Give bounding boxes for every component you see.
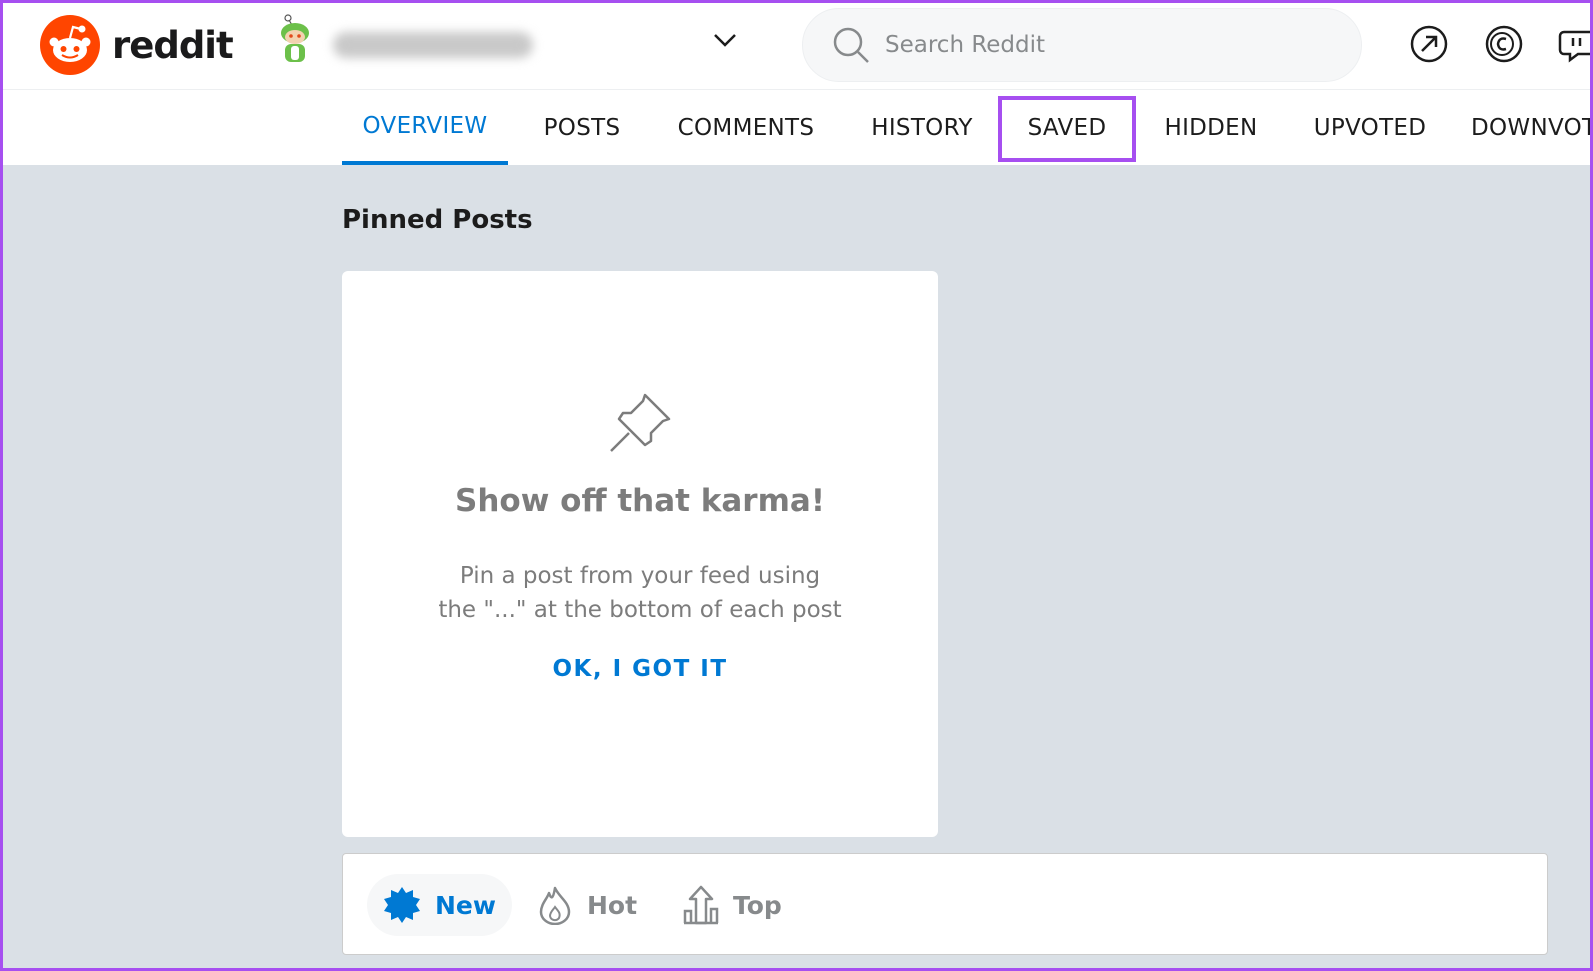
sort-top-button[interactable]: Top <box>667 874 798 936</box>
reddit-snoo-icon <box>40 15 100 75</box>
chevron-down-icon[interactable] <box>712 32 738 53</box>
reddit-wordmark: reddit <box>112 23 234 67</box>
saved-tab-highlight <box>998 96 1136 162</box>
tab-overview[interactable]: OVERVIEW <box>342 90 508 165</box>
sort-bar: New Hot Top <box>342 853 1548 955</box>
sort-top-label: Top <box>733 890 782 920</box>
pin-icon <box>607 391 673 460</box>
pinned-posts-heading: Pinned Posts <box>342 205 533 235</box>
coins-icon[interactable] <box>1482 22 1526 66</box>
ok-got-it-button[interactable]: OK, I GOT IT <box>490 649 790 689</box>
search-bar[interactable] <box>802 8 1362 82</box>
search-icon <box>831 25 871 65</box>
flame-icon <box>537 885 573 925</box>
user-avatar[interactable] <box>275 14 315 71</box>
top-header: reddit <box>0 0 1593 90</box>
tab-posts[interactable]: POSTS <box>527 90 637 165</box>
username-blurred[interactable] <box>333 32 533 58</box>
snoo-avatar-icon <box>281 14 309 62</box>
tab-upvoted[interactable]: UPVOTED <box>1302 90 1438 165</box>
empty-state-description: Pin a post from your feed using the "...… <box>342 559 938 627</box>
sort-hot-label: Hot <box>587 890 638 920</box>
new-burst-icon <box>383 886 421 924</box>
sort-new-label: New <box>435 890 496 920</box>
reddit-logo[interactable]: reddit <box>40 15 234 75</box>
chat-icon[interactable] <box>1556 22 1593 66</box>
empty-state-line-1: Pin a post from your feed using <box>459 563 821 589</box>
popular-icon[interactable] <box>1407 22 1451 66</box>
tab-history[interactable]: HISTORY <box>860 90 984 165</box>
top-chart-icon <box>683 885 719 925</box>
sort-hot-button[interactable]: Hot <box>521 874 653 936</box>
tab-comments[interactable]: COMMENTS <box>665 90 827 165</box>
sort-new-button[interactable]: New <box>367 874 512 936</box>
empty-state-line-2: the "..." at the bottom of each post <box>438 597 842 623</box>
profile-tabs: OVERVIEW POSTS COMMENTS HISTORY SAVED HI… <box>0 90 1593 165</box>
search-input[interactable] <box>885 32 1305 58</box>
tab-hidden[interactable]: HIDDEN <box>1150 90 1272 165</box>
tab-downvoted[interactable]: DOWNVOT <box>1471 90 1593 165</box>
pinned-posts-card: Show off that karma! Pin a post from you… <box>342 271 938 837</box>
empty-state-title: Show off that karma! <box>455 483 825 519</box>
